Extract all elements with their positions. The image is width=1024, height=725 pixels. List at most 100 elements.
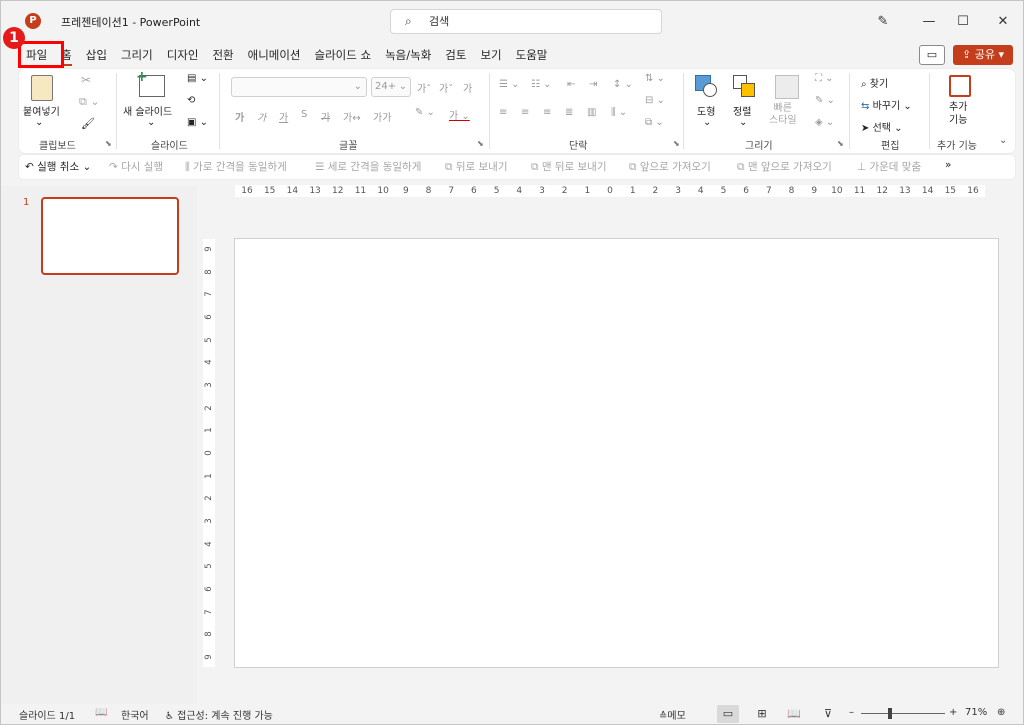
grow-font-button[interactable]: 가ˆ	[417, 80, 431, 95]
cut-icon[interactable]: ✂	[81, 73, 91, 87]
tab-insert[interactable]: 삽입	[79, 43, 114, 67]
spacing-button[interactable]: 가↔	[343, 109, 361, 124]
shapes-button[interactable]: 도형	[697, 103, 715, 118]
reading-view-icon[interactable]: 📖	[783, 705, 805, 723]
select-button[interactable]: ➤ 선택 ⌄	[861, 119, 903, 134]
send-backward-button[interactable]: ⧉ 뒤로 보내기	[445, 159, 507, 174]
minimize-button[interactable]: —	[917, 11, 941, 33]
increase-indent-icon[interactable]: ⇥	[589, 79, 597, 90]
align-left-icon[interactable]: ≡	[499, 107, 507, 118]
shape-effects-icon[interactable]: ◈ ⌄	[815, 117, 834, 128]
dialog-launcher-icon[interactable]: ⬊	[105, 139, 112, 148]
dialog-launcher-icon[interactable]: ⬊	[477, 139, 484, 148]
font-size-combo[interactable]: 24+ ⌄	[371, 77, 411, 97]
highlight-color-icon[interactable]: ✎ ⌄	[415, 107, 435, 118]
notes-button[interactable]: ≙메모	[659, 707, 686, 722]
align-right-icon[interactable]: ≡	[543, 107, 551, 118]
format-painter-icon[interactable]: 🖌	[81, 117, 95, 130]
bring-forward-icon: ⧉	[629, 161, 640, 173]
tab-slideshow[interactable]: 슬라이드 쇼	[308, 43, 379, 67]
tab-draw[interactable]: 그리기	[114, 43, 160, 67]
tab-transitions[interactable]: 전환	[205, 43, 240, 67]
tab-review[interactable]: 검토	[438, 43, 473, 67]
slide-canvas[interactable]	[234, 238, 999, 668]
slide-sorter-icon[interactable]: ⊞	[751, 705, 773, 723]
shape-fill-icon[interactable]: ⛶ ⌄	[815, 73, 834, 84]
zoom-slider-thumb[interactable]	[888, 708, 893, 719]
bring-forward-button[interactable]: ⧉ 앞으로 가져오기	[629, 159, 711, 174]
distributed-icon[interactable]: ▥	[587, 107, 596, 118]
strike-button[interactable]: 가	[321, 109, 330, 124]
maximize-button[interactable]: ☐	[951, 11, 975, 33]
shrink-font-button[interactable]: 가ˇ	[439, 80, 453, 95]
comment-icon[interactable]: ▭	[919, 45, 945, 65]
section-icon[interactable]: ▣ ⌄	[187, 117, 208, 128]
shadow-button[interactable]: S	[301, 109, 307, 120]
zoom-slider-track[interactable]	[861, 713, 945, 714]
add-ins-button[interactable]: 추가 기능	[949, 101, 967, 127]
underline-button[interactable]: 가	[279, 109, 288, 124]
ruler-tick-label: 3	[204, 382, 214, 388]
line-spacing-icon[interactable]: ↕ ⌄	[613, 79, 633, 90]
quick-styles-button[interactable]: 빠른 스타일	[769, 103, 797, 127]
bring-to-front-button[interactable]: ⧉ 맨 앞으로 가져오기	[737, 159, 832, 174]
redo-button[interactable]: ↷ 다시 실행	[109, 159, 163, 174]
italic-button[interactable]: 가	[257, 109, 266, 124]
zoom-in-button[interactable]: +	[949, 707, 957, 718]
slideshow-view-icon[interactable]: ⊽	[817, 705, 839, 723]
send-to-back-button[interactable]: ⧉ 맨 뒤로 보내기	[531, 159, 606, 174]
search-input[interactable]	[429, 13, 629, 30]
bold-button[interactable]: 가	[235, 109, 244, 124]
tab-design[interactable]: 디자인	[160, 43, 206, 67]
accessibility-status[interactable]: ♿ 접근성: 계속 진행 가능	[165, 707, 273, 722]
bullets-icon[interactable]: ☰ ⌄	[499, 79, 520, 90]
decrease-indent-icon[interactable]: ⇤	[567, 79, 575, 90]
share-button[interactable]: ⇪ 공유 ▾	[953, 45, 1013, 65]
align-center-icon[interactable]: ≡	[521, 107, 529, 118]
normal-view-icon[interactable]: ▭	[717, 705, 739, 723]
reset-icon[interactable]: ⟲	[187, 95, 195, 106]
tab-record[interactable]: 녹음/녹화	[378, 43, 438, 67]
search-box[interactable]: ⌕	[390, 9, 662, 34]
align-center-button[interactable]: ⊥ 가운데 맞춤	[857, 159, 921, 174]
undo-button[interactable]: ↶ 실행 취소 ⌄	[25, 159, 91, 174]
distribute-horizontal-button[interactable]: ⫼ 가로 간격을 동일하게	[185, 159, 287, 174]
horizontal-ruler[interactable]: 16 15 14 13 12 11 10 9 8 7 6 5 4 3 2 1 0 1 2 3 4 5 6 7 8 9 10 11 12 1…	[235, 185, 985, 197]
justify-icon[interactable]: ≣	[565, 107, 573, 118]
slide-thumbnail[interactable]	[41, 197, 179, 275]
collapse-ribbon-icon[interactable]: ⌄	[999, 135, 1007, 146]
arrange-button[interactable]: 정렬	[733, 103, 751, 118]
columns-icon[interactable]: ⫼ ⌄	[611, 107, 627, 118]
font-name-combo[interactable]: ⌄	[231, 77, 367, 97]
smartart-icon[interactable]: ⧉ ⌄	[645, 117, 664, 128]
spelling-icon[interactable]: 📖	[95, 707, 107, 718]
align-text-icon[interactable]: ⊟ ⌄	[645, 95, 665, 106]
ribbon-separator	[929, 73, 930, 149]
copy-icon[interactable]: ⧉ ⌄	[79, 95, 100, 109]
dialog-launcher-icon[interactable]: ⬊	[673, 139, 680, 148]
language-status[interactable]: 한국어	[121, 707, 149, 722]
zoom-level[interactable]: 71%	[965, 707, 987, 718]
numbering-icon[interactable]: ☷ ⌄	[531, 79, 552, 90]
designer-pen-icon[interactable]: ✎	[871, 11, 895, 33]
replace-button[interactable]: ⇆ 바꾸기 ⌄	[861, 97, 912, 112]
change-case-button[interactable]: 가가	[373, 109, 391, 124]
tab-view[interactable]: 보기	[473, 43, 508, 67]
shape-outline-icon[interactable]: ✎ ⌄	[815, 95, 835, 106]
zoom-out-button[interactable]: –	[849, 707, 854, 718]
layout-icon[interactable]: ▤ ⌄	[187, 73, 208, 84]
tab-animations[interactable]: 애니메이션	[241, 43, 308, 67]
text-direction-icon[interactable]: ⇅ ⌄	[645, 73, 665, 84]
dialog-launcher-icon[interactable]: ⬊	[837, 139, 844, 148]
close-button[interactable]: ✕	[991, 11, 1015, 33]
new-slide-button[interactable]: 새 슬라이드	[123, 103, 172, 118]
distribute-vertical-button[interactable]: ☰ 세로 간격을 동일하게	[315, 159, 421, 174]
font-color-icon[interactable]: 가 ⌄	[449, 107, 470, 122]
tab-help[interactable]: 도움말	[509, 43, 555, 67]
clear-format-button[interactable]: 가	[463, 80, 472, 95]
vertical-ruler[interactable]: 9 8 7 6 5 4 3 2 1 0 1 2 3 4 5 6 7 8 9	[203, 239, 215, 667]
paste-button[interactable]: 붙여넣기	[23, 103, 60, 118]
find-button[interactable]: ⌕ 찾기	[861, 75, 888, 90]
fit-to-window-icon[interactable]: ⊕	[997, 707, 1005, 718]
more-commands-button[interactable]: »	[945, 159, 951, 171]
